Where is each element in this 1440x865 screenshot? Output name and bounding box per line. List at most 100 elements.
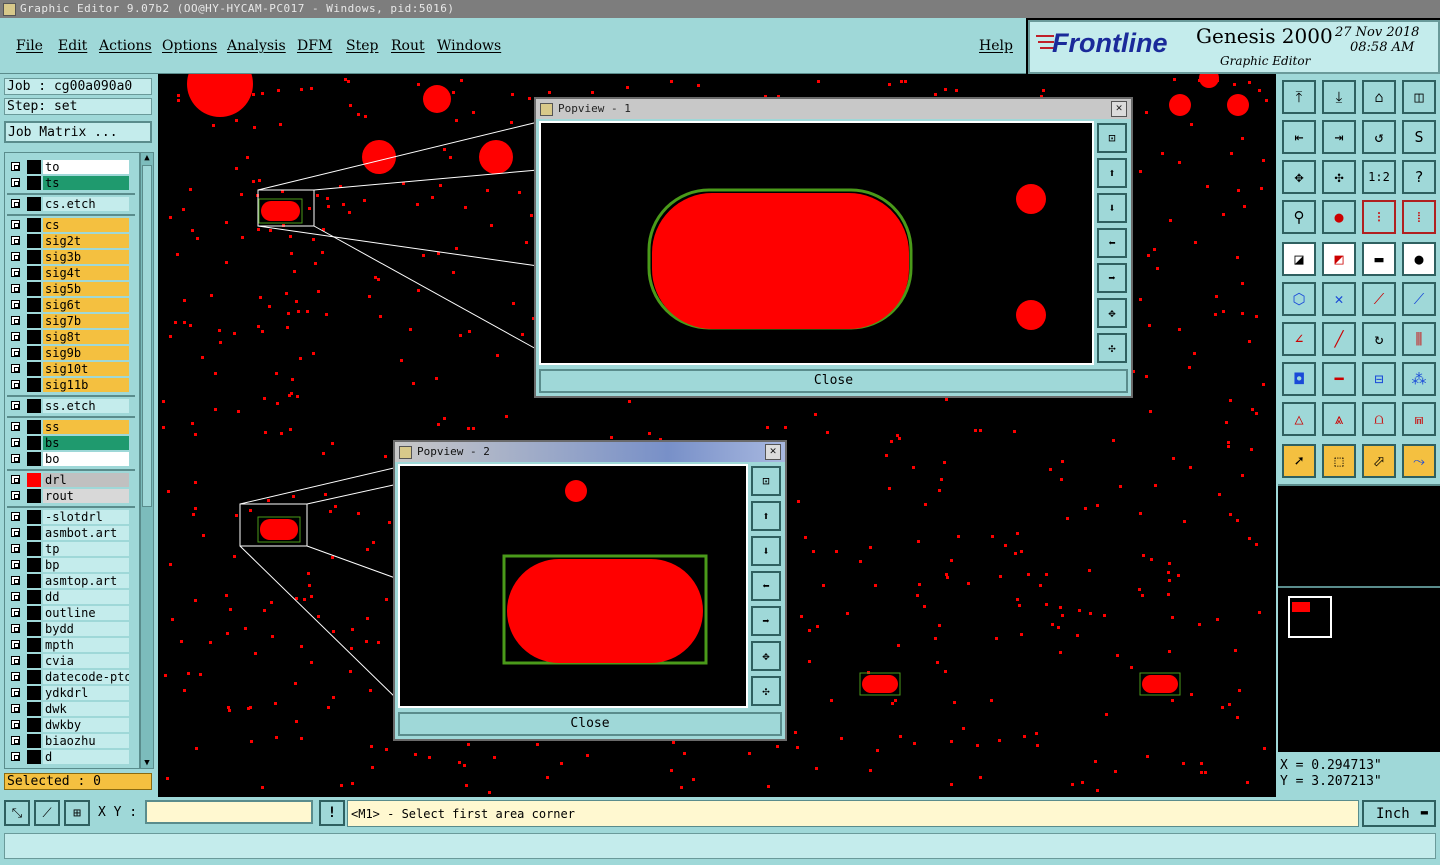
layer-color-swatch[interactable] xyxy=(27,510,41,524)
menu-dfm[interactable]: DFM xyxy=(297,38,332,54)
layer-name[interactable]: bp xyxy=(43,558,129,572)
layer-checkbox[interactable] xyxy=(11,475,20,484)
layer-color-swatch[interactable] xyxy=(27,399,41,413)
layer-color-swatch[interactable] xyxy=(27,473,41,487)
layer-name[interactable]: sig3b xyxy=(43,250,129,264)
layer-row[interactable]: sig3b xyxy=(5,249,139,265)
layer-checkbox[interactable] xyxy=(11,736,20,745)
layer-row[interactable]: -slotdrl xyxy=(5,509,139,525)
line-from-icon[interactable]: ⟋ xyxy=(1402,282,1436,316)
xy-input[interactable] xyxy=(145,800,313,824)
layer-checkbox[interactable] xyxy=(11,316,20,325)
layer-row[interactable]: ydkdrl xyxy=(5,685,139,701)
zoom-box-icon[interactable]: ⤡ xyxy=(4,800,30,826)
pan-down-icon[interactable]: ⬇ xyxy=(1097,193,1127,223)
layer-row[interactable]: asmtop.art xyxy=(5,573,139,589)
zoom-out-icon[interactable]: ⤓ xyxy=(1322,80,1356,114)
layer-row[interactable]: datecode-pto xyxy=(5,669,139,685)
layer-color-swatch[interactable] xyxy=(27,282,41,296)
unit-selector[interactable]: Inch ▬ xyxy=(1362,800,1436,827)
layer-checkbox[interactable] xyxy=(11,512,20,521)
layer-name[interactable]: outline xyxy=(43,606,129,620)
layer-name[interactable]: cs.etch xyxy=(43,197,129,211)
layer-checkbox[interactable] xyxy=(11,220,20,229)
pointer-box-icon[interactable]: ⬚ xyxy=(1322,444,1356,478)
layer-checkbox[interactable] xyxy=(11,672,20,681)
layer-color-swatch[interactable] xyxy=(27,654,41,668)
layer-name[interactable]: tp xyxy=(43,542,129,556)
probe-icon[interactable]: ● xyxy=(1322,200,1356,234)
layer-name[interactable]: drl xyxy=(43,473,129,487)
layer-row[interactable]: cvia xyxy=(5,653,139,669)
close-icon[interactable]: ✕ xyxy=(1111,101,1127,117)
pan-up-icon[interactable]: ⬆ xyxy=(751,501,781,531)
layer-row[interactable]: bs xyxy=(5,435,139,451)
overview-map[interactable] xyxy=(1278,586,1440,752)
layer-row[interactable]: d xyxy=(5,749,139,765)
select-feature-icon[interactable]: ◪ xyxy=(1282,242,1316,276)
center-icon[interactable]: ✣ xyxy=(1322,160,1356,194)
layer-color-swatch[interactable] xyxy=(27,718,41,732)
layer-row[interactable]: sig4t xyxy=(5,265,139,281)
menu-options[interactable]: Options xyxy=(162,38,217,54)
menu-windows[interactable]: Windows xyxy=(437,38,501,54)
layer-color-swatch[interactable] xyxy=(27,346,41,360)
layer-row[interactable]: rout xyxy=(5,488,139,504)
alert-icon[interactable]: ! xyxy=(319,800,345,826)
layer-color-swatch[interactable] xyxy=(27,686,41,700)
pan-left-icon[interactable]: ⬅ xyxy=(1097,228,1127,258)
layer-row[interactable]: cs xyxy=(5,217,139,233)
layer-name[interactable]: cs xyxy=(43,218,129,232)
pointer-icon[interactable]: ➚ xyxy=(1282,444,1316,478)
layer-checkbox[interactable] xyxy=(11,348,20,357)
pan-left-icon[interactable]: ⬅ xyxy=(751,571,781,601)
layer-name[interactable]: datecode-pto xyxy=(43,670,129,684)
dimension-icon[interactable]: ⊟ xyxy=(1362,362,1396,396)
fit-screen-icon[interactable]: ✥ xyxy=(1282,160,1316,194)
layer-name[interactable]: ss.etch xyxy=(43,399,129,413)
layer-row[interactable]: sig2t xyxy=(5,233,139,249)
layer-color-swatch[interactable] xyxy=(27,250,41,264)
measure-icon[interactable]: ⚲ xyxy=(1282,200,1316,234)
layer-compare-icon[interactable]: ⁞ xyxy=(1402,200,1436,234)
layer-name[interactable]: sig7b xyxy=(43,314,129,328)
pad-add-icon[interactable]: ◘ xyxy=(1282,362,1316,396)
layer-checkbox[interactable] xyxy=(11,454,20,463)
cross-icon[interactable]: ✕ xyxy=(1322,282,1356,316)
layer-checkbox[interactable] xyxy=(11,560,20,569)
layer-checkbox[interactable] xyxy=(11,528,20,537)
pan-right-icon[interactable]: ➡ xyxy=(751,606,781,636)
scroll-thumb[interactable] xyxy=(142,165,152,507)
popview-2-close-button[interactable]: Close xyxy=(398,712,782,736)
layer-name[interactable]: d xyxy=(43,750,129,764)
help-query-icon[interactable]: ? xyxy=(1402,160,1436,194)
layer-checkbox[interactable] xyxy=(11,608,20,617)
layer-checkbox[interactable] xyxy=(11,300,20,309)
layer-name[interactable]: sig5b xyxy=(43,282,129,296)
layer-color-swatch[interactable] xyxy=(27,606,41,620)
route-icon[interactable]: ⤳ xyxy=(1402,444,1436,478)
layer-name[interactable]: dd xyxy=(43,590,129,604)
layer-checkbox[interactable] xyxy=(11,199,20,208)
layer-name[interactable]: cvia xyxy=(43,654,129,668)
layer-color-swatch[interactable] xyxy=(27,218,41,232)
line-to-icon[interactable]: ⟋ xyxy=(1362,282,1396,316)
layer-name[interactable]: ts xyxy=(43,176,129,190)
layer-color-swatch[interactable] xyxy=(27,558,41,572)
pan-right-icon[interactable]: ⇥ xyxy=(1322,120,1356,154)
layer-name[interactable]: rout xyxy=(43,489,129,503)
layer-row[interactable]: drl xyxy=(5,472,139,488)
layer-color-swatch[interactable] xyxy=(27,234,41,248)
popview-2-canvas[interactable] xyxy=(398,464,748,708)
line-add-icon[interactable]: ━ xyxy=(1322,362,1356,396)
menu-analysis[interactable]: Analysis xyxy=(227,38,286,54)
layer-color-swatch[interactable] xyxy=(27,622,41,636)
layer-color-swatch[interactable] xyxy=(27,420,41,434)
layer-color-swatch[interactable] xyxy=(27,574,41,588)
layer-color-swatch[interactable] xyxy=(27,702,41,716)
triangle-icon[interactable]: △ xyxy=(1282,402,1316,436)
layer-name[interactable]: sig2t xyxy=(43,234,129,248)
pan-right-icon[interactable]: ➡ xyxy=(1097,263,1127,293)
layer-checkbox[interactable] xyxy=(11,752,20,761)
layer-name[interactable]: dwk xyxy=(43,702,129,716)
